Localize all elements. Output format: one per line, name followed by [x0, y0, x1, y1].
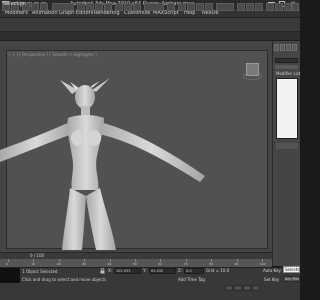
material-editor-icon[interactable]	[275, 3, 283, 11]
maxscript-listener[interactable]	[0, 268, 20, 283]
character-model[interactable]	[0, 78, 215, 250]
right-arm	[98, 122, 205, 182]
selection-tab[interactable]: Selection	[3, 1, 26, 7]
timeline-tick-label: 70	[183, 262, 188, 266]
motion-tab-icon[interactable]	[292, 44, 297, 51]
render-icon[interactable]	[292, 3, 299, 11]
timeline-tick-label: 100	[260, 262, 266, 266]
timeline-tick-label: 10	[31, 262, 36, 266]
set-key-button[interactable]: Set Key	[264, 277, 279, 282]
unlink-icon[interactable]	[31, 3, 39, 11]
timeline-tick-label: 0	[6, 262, 8, 266]
pivot-center-icon[interactable]	[167, 3, 175, 11]
layer-manager-icon[interactable]	[255, 3, 263, 11]
object-color-swatch[interactable]	[275, 65, 298, 69]
hierarchy-tab-icon[interactable]	[286, 44, 291, 51]
named-selection-dropdown[interactable]	[216, 3, 234, 11]
select-move-icon[interactable]	[115, 3, 123, 11]
create-tab-icon[interactable]	[274, 44, 279, 51]
left-leg	[62, 188, 86, 250]
next-frame-icon[interactable]	[252, 285, 260, 291]
right-leg	[86, 188, 116, 250]
time-slider-position: 0 / 100	[30, 253, 45, 258]
viewcube-icon[interactable]	[246, 63, 259, 76]
viewport-label[interactable]: [ + ] [ Perspective ] [ Smooth + Highlig…	[9, 52, 97, 57]
add-time-tag-button[interactable]: Add Time Tag	[178, 277, 205, 282]
curve-editor-icon[interactable]	[266, 3, 274, 11]
lock-icon[interactable]	[100, 268, 105, 274]
command-panel-tabs	[274, 44, 298, 52]
timeline-tick-label: 20	[56, 262, 61, 266]
selection-filter-dropdown[interactable]	[52, 3, 74, 11]
bind-space-warp-icon[interactable]	[40, 3, 48, 11]
modify-tab-icon[interactable]	[280, 44, 285, 51]
reference-coordinate-dropdown[interactable]	[144, 3, 164, 11]
select-rotate-icon[interactable]	[124, 3, 132, 11]
percent-snap-icon[interactable]	[196, 3, 204, 11]
play-icon[interactable]	[243, 285, 251, 291]
timeline-tick-label: 30	[82, 262, 87, 266]
window-crossing-icon[interactable]	[104, 3, 112, 11]
timeline-tick-label: 80	[209, 262, 214, 266]
auto-key-button[interactable]: Auto Key	[263, 268, 281, 273]
select-scale-icon[interactable]	[133, 3, 141, 11]
angle-snap-icon[interactable]	[187, 3, 195, 11]
key-filters-button[interactable]: Key Filters...	[283, 276, 300, 282]
timeline-tick-label: 90	[234, 262, 239, 266]
x-coordinate-label: X:	[108, 268, 113, 273]
timeline-tick	[8, 259, 9, 262]
head	[75, 85, 95, 109]
status-selection-text: 1 Object Selected	[22, 269, 58, 274]
modifier-stack[interactable]	[276, 78, 298, 139]
object-name-field[interactable]	[275, 58, 298, 63]
z-coordinate-field[interactable]: 0.0	[184, 268, 204, 274]
select-by-name-icon[interactable]	[86, 3, 94, 11]
x-coordinate-field[interactable]: 101.933	[114, 268, 141, 274]
modifier-list-dropdown[interactable]: Modifier List	[276, 71, 300, 76]
modifier-stack-tools[interactable]	[276, 143, 298, 149]
main-toolbar	[0, 18, 300, 32]
y-coordinate-label: Y:	[143, 268, 147, 273]
neck	[81, 106, 90, 116]
go-to-start-icon[interactable]	[225, 285, 233, 291]
rectangle-selection-icon[interactable]	[95, 3, 103, 11]
timeline-tick-label: 40	[107, 262, 112, 266]
snaps-toggle-icon[interactable]	[178, 3, 186, 11]
z-coordinate-label: Z:	[178, 268, 183, 273]
timeline-tick-label: 50	[133, 262, 137, 266]
ribbon-bar	[0, 32, 300, 41]
grid-size-readout: Grid = 10.0	[206, 268, 230, 273]
chest-right	[87, 130, 101, 146]
render-setup-icon[interactable]	[284, 3, 292, 11]
torso	[67, 115, 104, 190]
previous-frame-icon[interactable]	[234, 285, 242, 291]
select-object-icon[interactable]	[77, 3, 85, 11]
chest-left	[71, 130, 85, 146]
y-coordinate-field[interactable]: 61.032	[149, 268, 176, 274]
status-prompt-text: Click and drag to select and move object…	[22, 277, 107, 282]
left-arm	[0, 122, 72, 162]
mirror-icon[interactable]	[237, 3, 245, 11]
timeline-tick-label: 60	[158, 262, 163, 266]
key-mode-dropdown[interactable]: Selected	[283, 266, 300, 273]
align-icon[interactable]	[246, 3, 254, 11]
spinner-snap-icon[interactable]	[205, 3, 213, 11]
